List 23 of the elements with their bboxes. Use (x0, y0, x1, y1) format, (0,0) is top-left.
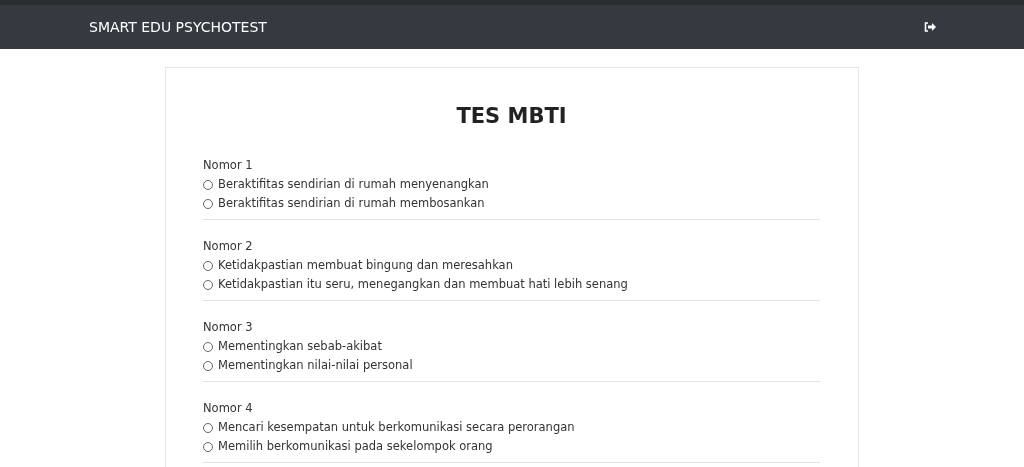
option-text: Mementingkan nilai-nilai personal (218, 357, 413, 374)
radio-button[interactable] (203, 198, 213, 209)
option-text: Beraktifitas sendirian di rumah membosankan (218, 195, 485, 212)
option-text: Mencari kesempatan untuk berkomunikasi secara perorangan (218, 419, 575, 436)
option-text: Memilih berkomunikasi pada sekelompok orang (218, 438, 493, 455)
brand-title: SMART EDU PSYCHOTEST (89, 19, 267, 35)
option-text: Ketidakpastian itu seru, menegangkan dan membuat hati lebih senang (218, 276, 628, 293)
radio-button[interactable] (203, 279, 213, 290)
test-title: TES MBTI (455, 104, 568, 128)
question-label: Nomor 3 (203, 319, 254, 336)
option-text: Ketidakpastian membuat bingung dan meresahkan (218, 257, 513, 274)
question-label: Nomor 1 (203, 157, 254, 174)
question-label: Nomor 2 (203, 238, 254, 255)
option-text: Mementingkan sebab-akibat (218, 338, 382, 355)
radio-button[interactable] (203, 260, 213, 271)
logout-icon[interactable] (924, 22, 936, 32)
radio-button[interactable] (203, 422, 213, 433)
radio-button[interactable] (203, 341, 213, 352)
radio-button[interactable] (203, 179, 213, 190)
radio-button[interactable] (203, 360, 213, 371)
radio-button[interactable] (203, 441, 213, 452)
option-text: Beraktifitas sendirian di rumah menyenangkan (218, 176, 489, 193)
question-label: Nomor 4 (203, 400, 254, 417)
